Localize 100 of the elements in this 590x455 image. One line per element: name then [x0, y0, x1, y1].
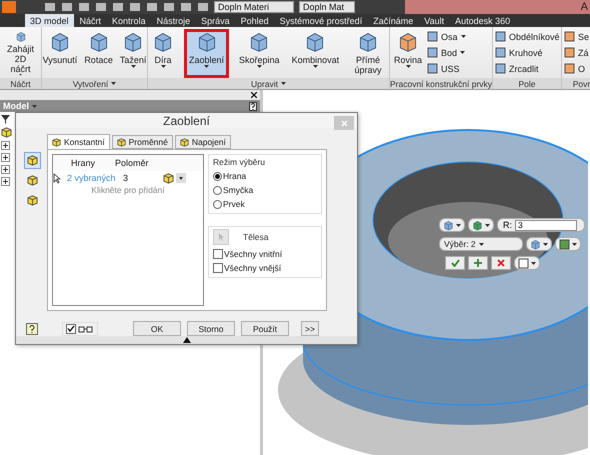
ribbon-tab[interactable]: Pohled: [236, 14, 274, 27]
checkbox-option[interactable]: Všechny vnitřní: [213, 249, 282, 260]
ribbon-small-tool[interactable]: Osa: [427, 30, 466, 43]
cube-icon: [530, 238, 541, 250]
ribbon-tab[interactable]: Nástroje: [152, 14, 196, 27]
panel-label: Povr: [562, 78, 590, 89]
expand-icon[interactable]: [1, 165, 10, 174]
ribbon-small-tool[interactable]: USS: [427, 62, 466, 75]
ribbon-tool-button[interactable]: Vysunutí: [40, 29, 80, 78]
panel-label: Pracovní konstrukční prvky: [390, 78, 492, 89]
preview-toggle[interactable]: [62, 322, 98, 336]
expand-icon[interactable]: [1, 153, 10, 162]
radio-icon[interactable]: [213, 200, 222, 209]
checkbox[interactable]: [213, 263, 223, 274]
ribbon-small-tool[interactable]: Bod: [427, 46, 466, 59]
dialog-tab[interactable]: Napojení: [174, 135, 231, 150]
add-button[interactable]: [468, 256, 488, 270]
radio-icon[interactable]: [213, 186, 222, 195]
body-mode-button[interactable]: [439, 218, 465, 232]
ribbon-tool-button[interactable]: Díra: [150, 29, 176, 78]
ribbon-small-tool[interactable]: O: [564, 62, 590, 75]
ribbon-tab[interactable]: Začínáme: [368, 14, 418, 27]
check-icon: [67, 325, 75, 332]
ribbon-tool-button[interactable]: Kombinovat: [290, 29, 342, 78]
menu-button[interactable]: [514, 256, 540, 270]
ribbon-tool-button[interactable]: Zaoblení: [184, 29, 230, 78]
radius-input[interactable]: 3: [515, 220, 577, 230]
toolbar-icon[interactable]: [44, 2, 56, 12]
selection-dropdown[interactable]: Výběr: 2: [439, 237, 523, 251]
ribbon-small-tool[interactable]: Kruhové: [495, 46, 560, 59]
radius-field[interactable]: R: 3: [497, 218, 585, 232]
dropdown-icon[interactable]: [176, 172, 186, 183]
ribbon-small-tool[interactable]: Obdélníkové: [495, 30, 560, 43]
radio-option[interactable]: Hrana: [213, 171, 246, 182]
dialog-button[interactable]: Storno: [187, 321, 235, 336]
ribbon-tool-button[interactable]: Rovina: [392, 29, 424, 78]
toolbar-icon[interactable]: [78, 2, 90, 12]
ribbon-tab[interactable]: Systémové prostředí: [274, 14, 368, 27]
expand-icon[interactable]: [1, 177, 10, 186]
toolbar-icon[interactable]: [129, 2, 141, 12]
fillet-type-button[interactable]: [24, 152, 41, 170]
ribbon-tab[interactable]: Správa: [196, 14, 235, 27]
fillet-type-button[interactable]: [526, 237, 552, 251]
ribbon-tab[interactable]: Kontrola: [107, 14, 151, 27]
ribbon-small-tool[interactable]: Se: [564, 30, 590, 43]
checkbox[interactable]: [213, 249, 223, 260]
tool-icon: [564, 31, 575, 42]
ribbon-tab[interactable]: Autodesk 360: [450, 14, 516, 27]
edge-mode-button[interactable]: [468, 218, 494, 232]
ribbon-tab[interactable]: Náčrt: [74, 14, 106, 27]
toolbar-icon[interactable]: [180, 2, 192, 12]
dialog-tab[interactable]: Proměnné: [112, 135, 173, 150]
ribbon-tool-button[interactable]: Tažení: [118, 29, 148, 78]
ribbon-tab[interactable]: Vault: [419, 14, 450, 27]
cube-icon: [27, 175, 38, 186]
dialog-tab[interactable]: Konstantní: [47, 134, 110, 150]
add-hint[interactable]: Klikněte pro přidání: [91, 185, 165, 196]
radio-option[interactable]: Smyčka: [213, 185, 254, 196]
filter-icon[interactable]: [1, 115, 10, 124]
ribbon-tool-button[interactable]: Zahájit 2D náčrt: [2, 29, 39, 78]
options-button[interactable]: [555, 237, 581, 251]
ribbon-small-tool[interactable]: Zá: [564, 46, 590, 59]
ribbon-tool-button[interactable]: Rotace: [82, 29, 115, 78]
cursor-icon: [53, 172, 61, 184]
material-dropdown[interactable]: Dopln Mat: [299, 1, 355, 13]
cube-icon: [443, 220, 454, 230]
toolbar-icon[interactable]: [197, 2, 209, 12]
dialog-button[interactable]: OK: [133, 321, 181, 336]
ribbon-small-tool[interactable]: Zrcadlit: [495, 62, 560, 75]
ribbon-tab[interactable]: 3D model: [25, 14, 74, 27]
caret-icon: [531, 262, 536, 264]
cube-icon: [152, 31, 174, 53]
ribbon-tool-button[interactable]: Přímé úpravy: [349, 29, 387, 78]
checkbox-option[interactable]: Všechny vnější: [213, 263, 282, 274]
checkbox[interactable]: [66, 324, 76, 334]
check-icon: [450, 259, 460, 267]
dialog-button[interactable]: Použít: [241, 321, 289, 336]
toolbar-icon[interactable]: [112, 2, 124, 12]
dialog-button[interactable]: >>: [301, 321, 319, 336]
panel-label: Pole: [493, 78, 561, 89]
help-icon[interactable]: [26, 322, 38, 335]
expand-icon[interactable]: [1, 141, 10, 150]
radio-icon[interactable]: [213, 172, 222, 181]
cancel-button[interactable]: [491, 256, 511, 270]
material-dropdown[interactable]: Dopln Materi: [214, 1, 294, 13]
apply-button[interactable]: [445, 256, 465, 270]
ribbon-tool-button[interactable]: Skořepina: [237, 29, 282, 78]
toolbar-icon[interactable]: [163, 2, 175, 12]
cube-icon: [116, 138, 126, 147]
tool-icon: [495, 47, 506, 58]
toolbar-icon[interactable]: [95, 2, 107, 12]
caret-icon: [543, 242, 548, 246]
expand-icon[interactable]: [182, 337, 190, 344]
cube-icon: [397, 31, 419, 53]
toolbar-icon[interactable]: [61, 2, 73, 12]
close-icon[interactable]: [251, 92, 257, 98]
toolbar-icon[interactable]: [146, 2, 158, 12]
edges-cell[interactable]: 2 vybraných: [67, 173, 116, 184]
radio-option[interactable]: Prvek: [213, 199, 245, 210]
help-icon[interactable]: [249, 102, 257, 110]
